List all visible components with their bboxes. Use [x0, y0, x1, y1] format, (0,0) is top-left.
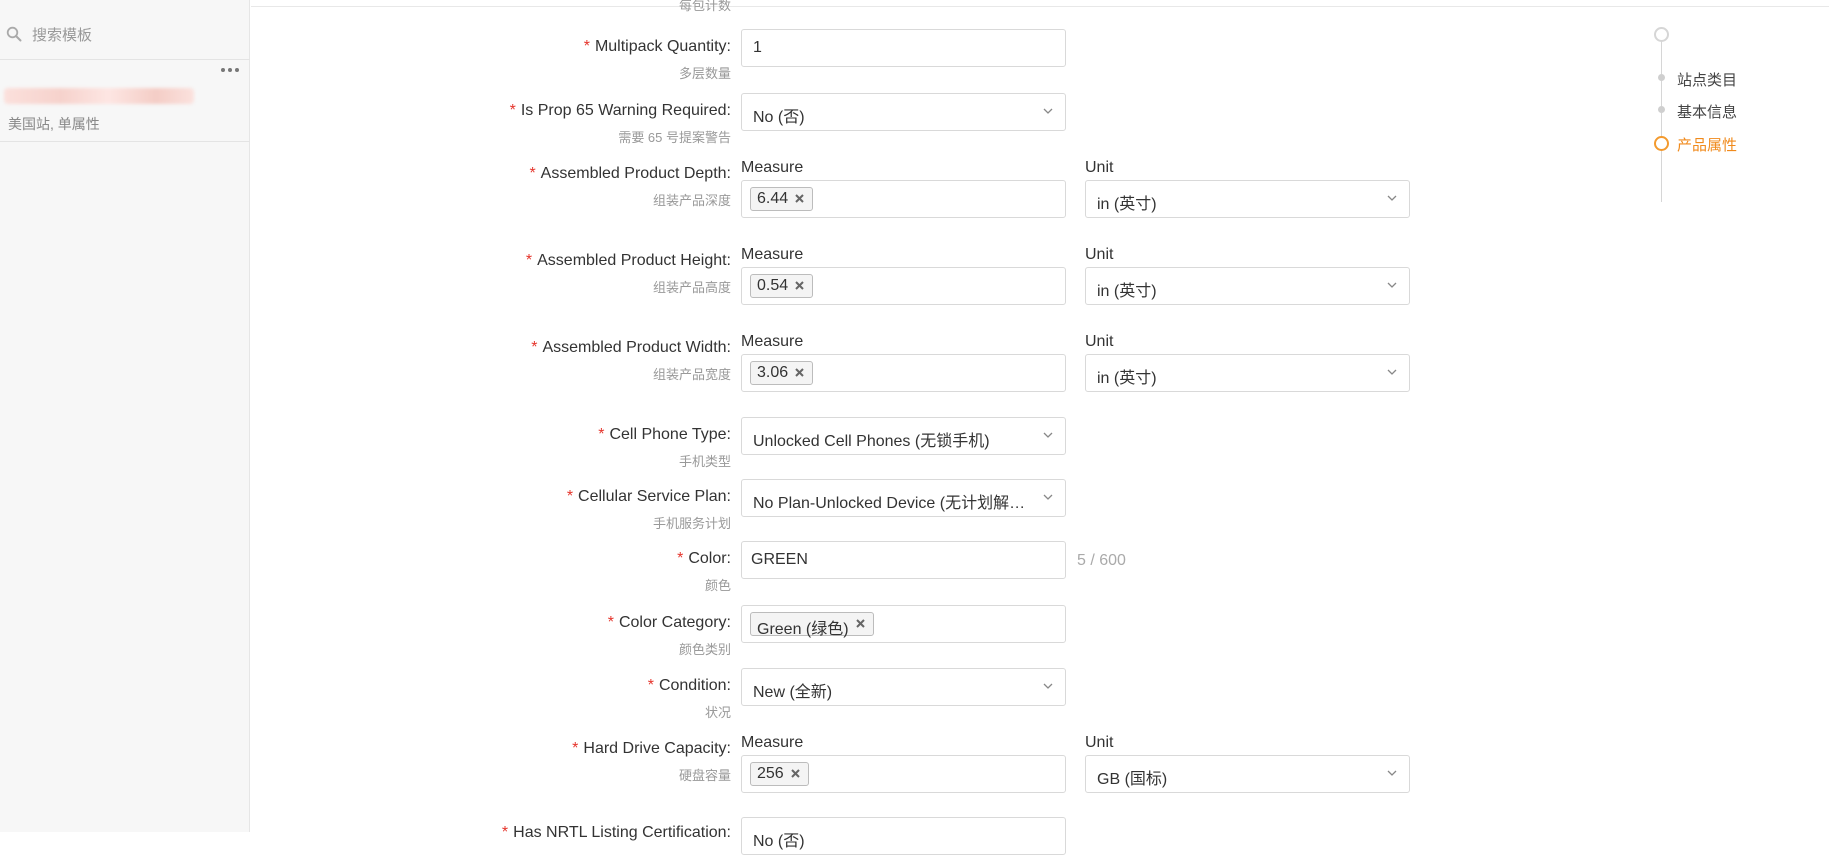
field-label-prop65: * Is Prop 65 Warning Required:: [509, 102, 731, 119]
redacted-template-name: [4, 88, 194, 104]
color-category-multiselect[interactable]: Green (绿色): [741, 605, 1066, 643]
field-sub-label: 多层数量: [678, 66, 731, 81]
chevron-down-icon: [1043, 683, 1053, 689]
field-label-nrtl-certification: * Has NRTL Listing Certification:: [501, 824, 731, 841]
measure-tag: 256: [750, 762, 809, 786]
nrtl-certification-select[interactable]: No (否): [741, 817, 1066, 855]
field-sub-label: 状况: [704, 705, 731, 720]
step-basic-info[interactable]: 基本信息: [1677, 101, 1737, 122]
chevron-down-icon: [1043, 494, 1053, 500]
template-meta: 美国站, 单属性: [8, 116, 100, 132]
field-label-product-depth: * Assembled Product Depth:: [529, 165, 731, 182]
search-icon: [6, 26, 22, 42]
close-icon[interactable]: [794, 193, 805, 204]
chevron-down-icon: [1387, 282, 1397, 288]
field-label-color: * Color:: [677, 550, 731, 567]
field-sub-label: 手机服务计划: [652, 516, 731, 531]
step-dot-active: [1654, 136, 1669, 151]
search-input[interactable]: [30, 22, 234, 48]
product-height-unit-select[interactable]: in (英寸): [1085, 267, 1410, 305]
hard-drive-capacity-unit-select[interactable]: GB (国标): [1085, 755, 1410, 793]
close-icon[interactable]: [794, 280, 805, 291]
color-category-tag: Green (绿色): [750, 612, 874, 638]
unit-column-label: Unit: [1085, 333, 1114, 350]
field-sub-label: 手机类型: [678, 454, 731, 469]
product-depth-unit-select[interactable]: in (英寸): [1085, 180, 1410, 218]
product-width-unit-select[interactable]: in (英寸): [1085, 354, 1410, 392]
measure-column-label: Measure: [741, 159, 804, 176]
measure-column-label: Measure: [741, 333, 804, 350]
field-label-multipack-quantity: * Multipack Quantity:: [583, 38, 731, 55]
step-dot: [1658, 106, 1665, 113]
field-label-product-width: * Assembled Product Width:: [531, 339, 731, 356]
step-start-dot: [1654, 27, 1669, 42]
close-icon[interactable]: [790, 768, 801, 779]
field-label-cellular-service-plan: * Cellular Service Plan:: [566, 488, 731, 505]
chevron-down-icon: [1043, 108, 1053, 114]
field-sub-label: 组装产品高度: [652, 280, 731, 295]
product-width-measure-input[interactable]: 3.06: [741, 354, 1066, 392]
measure-tag: 6.44: [750, 187, 814, 211]
unit-column-label: Unit: [1085, 159, 1114, 176]
measure-tag: 0.54: [750, 274, 814, 298]
template-list-item[interactable]: 美国站, 单属性: [0, 60, 250, 142]
chevron-down-icon: [1387, 369, 1397, 375]
field-sub-label: 颜色: [704, 578, 731, 593]
field-sub-label: 硬盘容量: [678, 768, 731, 783]
field-sub-label: 组装产品深度: [652, 193, 731, 208]
color-char-counter: 5 / 600: [1077, 552, 1126, 569]
measure-tag: 3.06: [750, 361, 814, 385]
step-product-attributes[interactable]: 产品属性: [1677, 134, 1737, 155]
color-input[interactable]: GREEN: [741, 541, 1066, 579]
field-label-color-category: * Color Category:: [607, 614, 731, 631]
step-site-category[interactable]: 站点类目: [1677, 69, 1737, 90]
step-dot: [1658, 74, 1665, 81]
condition-select[interactable]: New (全新): [741, 668, 1066, 706]
header-divider: [251, 6, 1829, 7]
field-sub-label: 需要 65 号提案警告: [618, 130, 731, 145]
product-height-measure-input[interactable]: 0.54: [741, 267, 1066, 305]
measure-column-label: Measure: [741, 734, 804, 751]
unit-column-label: Unit: [1085, 246, 1114, 263]
unit-column-label: Unit: [1085, 734, 1114, 751]
field-sub-label: 组装产品宽度: [652, 367, 731, 382]
measure-column-label: Measure: [741, 246, 804, 263]
field-label-hard-drive-capacity: * Hard Drive Capacity:: [572, 740, 731, 757]
field-label-cell-phone-type: * Cell Phone Type:: [598, 426, 731, 443]
close-icon[interactable]: [855, 618, 866, 629]
steps-line: [1661, 38, 1662, 202]
hard-drive-capacity-measure-input[interactable]: 256: [741, 755, 1066, 793]
chevron-down-icon: [1043, 432, 1053, 438]
field-label-condition: * Condition:: [647, 677, 731, 694]
cell-phone-type-select[interactable]: Unlocked Cell Phones (无锁手机): [741, 417, 1066, 455]
chevron-down-icon: [1387, 770, 1397, 776]
field-label-product-height: * Assembled Product Height:: [525, 252, 731, 269]
field-sub-label: 每包计数: [678, 0, 731, 13]
prop65-select[interactable]: No (否): [741, 93, 1066, 131]
multipack-quantity-input[interactable]: 1: [741, 29, 1066, 67]
field-sub-label: 颜色类别: [678, 642, 731, 657]
chevron-down-icon: [1387, 195, 1397, 201]
more-icon[interactable]: [220, 67, 240, 73]
close-icon[interactable]: [794, 367, 805, 378]
template-sidebar: 美国站, 单属性: [0, 0, 250, 832]
template-search: [0, 8, 250, 60]
cellular-service-plan-select[interactable]: No Plan-Unlocked Device (无计划解锁设备): [741, 479, 1066, 517]
product-depth-measure-input[interactable]: 6.44: [741, 180, 1066, 218]
